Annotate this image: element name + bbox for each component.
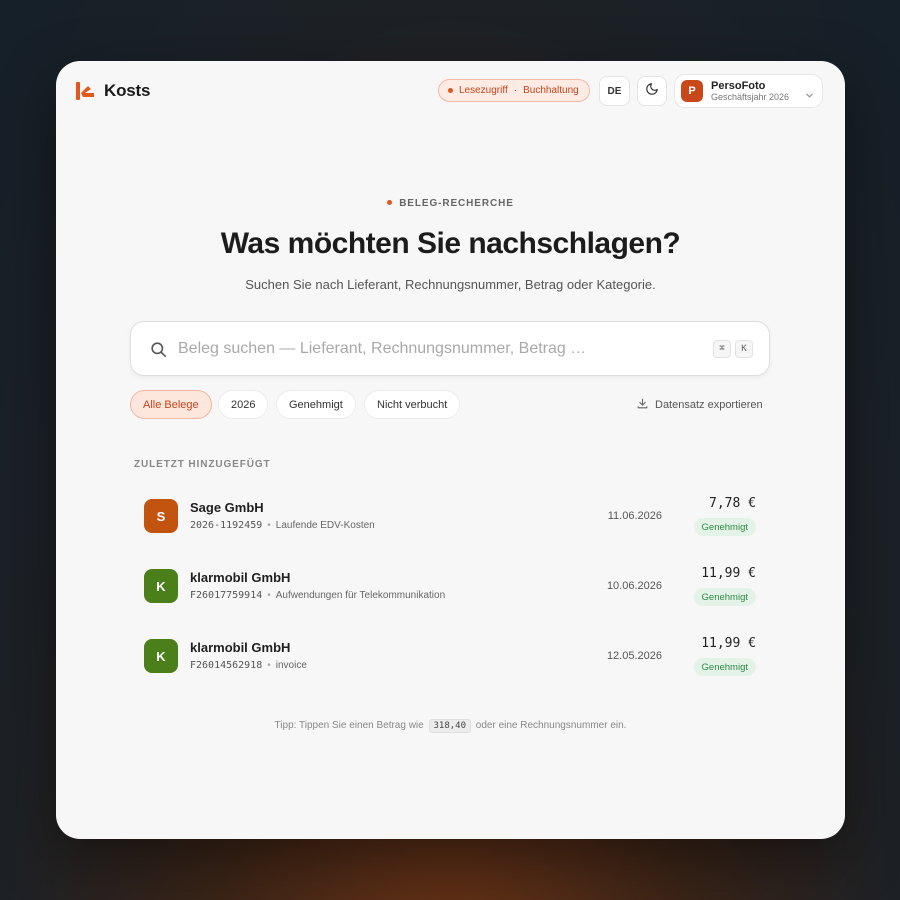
tip-text-before: Tipp: Tippen Sie einen Betrag wie: [274, 720, 424, 731]
receipt-amount: 7,78 €: [709, 496, 756, 511]
meta-separator: •: [267, 520, 271, 531]
export-button[interactable]: Datensatz exportieren: [636, 397, 763, 413]
access-role: Buchhaltung: [523, 85, 579, 96]
company-name: PersoFoto: [711, 79, 766, 92]
receipt-category: invoice: [275, 660, 307, 671]
receipt-amount: 11,99 €: [701, 566, 756, 581]
app-window: Kosts Lesezugriff · Buchhaltung DE P Per…: [56, 61, 845, 839]
receipt-date: 11.06.2026: [607, 510, 662, 522]
vendor-avatar: S: [144, 499, 178, 533]
page-subtitle: Suchen Sie nach Lieferant, Rechnungsnumm…: [245, 277, 656, 292]
vendor-name: Sage GmbH: [190, 500, 264, 515]
language-button[interactable]: DE: [599, 76, 630, 106]
company-info: PersoFoto Geschäftsjahr 2026: [711, 80, 789, 103]
receipt-meta: F26014562918 • invoice: [190, 660, 307, 671]
status-dot-icon: [448, 88, 453, 93]
receipt-date: 12.05.2026: [606, 650, 662, 662]
export-label: Datensatz exportieren: [655, 399, 763, 411]
invoice-number: F26014562918: [190, 660, 263, 671]
vendor-avatar: K: [144, 569, 178, 603]
fiscal-year: Geschäftsjahr 2026: [711, 92, 790, 103]
theme-toggle-button[interactable]: [637, 76, 667, 106]
recent-section-title: ZULETZT HINZUGEFÜGT: [134, 459, 271, 470]
badge-separator: ·: [513, 85, 518, 96]
vendor-avatar: K: [144, 639, 178, 673]
search-icon: [149, 340, 168, 364]
kosts-logo-icon: [75, 81, 96, 101]
search-input[interactable]: [178, 334, 698, 364]
access-badge: Lesezugriff · Buchhaltung: [438, 79, 590, 102]
filter-chip-approved[interactable]: Genehmigt: [276, 390, 356, 419]
receipt-date: 10.06.2026: [606, 580, 662, 592]
receipt-category: Aufwendungen für Telekommunikation: [275, 590, 446, 601]
meta-separator: •: [267, 590, 271, 601]
vendor-name: klarmobil GmbH: [190, 570, 291, 585]
shortcut-k-key: K: [735, 340, 753, 358]
section-eyebrow: BELEG-RECHERCHE: [56, 198, 845, 209]
status-badge: Genehmigt: [693, 658, 756, 676]
meta-separator: •: [267, 660, 271, 671]
tip-example-amount: 318,40: [428, 719, 472, 733]
app-name: Kosts: [104, 81, 151, 100]
receipt-row[interactable]: S Sage GmbH 2026-1192459 • Laufende EDV-Ko…: [130, 493, 770, 553]
search-tip: Tipp: Tippen Sie einen Betrag wie 318,40…: [56, 719, 845, 733]
download-icon: [636, 397, 649, 413]
status-badge: Genehmigt: [693, 588, 756, 606]
page-title: Was möchten Sie nachschlagen?: [220, 227, 681, 260]
receipt-row[interactable]: K klarmobil GmbH F26014562918 • invoice 12…: [130, 633, 770, 693]
moon-icon: [645, 82, 659, 101]
receipt-amount: 11,99 €: [701, 636, 756, 651]
vendor-name: klarmobil GmbH: [190, 640, 291, 655]
eyebrow-dot-icon: [387, 200, 393, 205]
receipt-meta: F26017759914 • Aufwendungen für Telekommun…: [190, 590, 445, 601]
filter-chip-2026[interactable]: 2026: [218, 390, 269, 419]
filter-chip-all[interactable]: Alle Belege: [130, 390, 212, 419]
tip-text-after: oder eine Rechnungsnummer ein.: [475, 720, 627, 731]
search-box[interactable]: ⌘ K: [130, 321, 770, 376]
filter-chip-unbooked[interactable]: Nicht verbucht: [364, 390, 461, 419]
company-switcher[interactable]: P PersoFoto Geschäftsjahr 2026: [674, 74, 823, 108]
shortcut-cmd-key: ⌘: [713, 340, 731, 358]
eyebrow-text: BELEG-RECHERCHE: [399, 198, 514, 209]
status-badge: Genehmigt: [693, 518, 756, 536]
company-avatar: P: [681, 80, 703, 102]
invoice-number: 2026-1192459: [190, 520, 263, 531]
brand[interactable]: Kosts: [75, 81, 150, 101]
receipt-category: Laufende EDV-Kosten: [275, 520, 375, 531]
invoice-number: F26017759914: [190, 590, 263, 601]
receipt-row[interactable]: K klarmobil GmbH F26017759914 • Aufwendung…: [130, 563, 770, 623]
receipt-meta: 2026-1192459 • Laufende EDV-Kosten: [190, 520, 375, 531]
chevron-down-icon: [805, 87, 814, 105]
access-mode: Lesezugriff: [459, 85, 508, 96]
